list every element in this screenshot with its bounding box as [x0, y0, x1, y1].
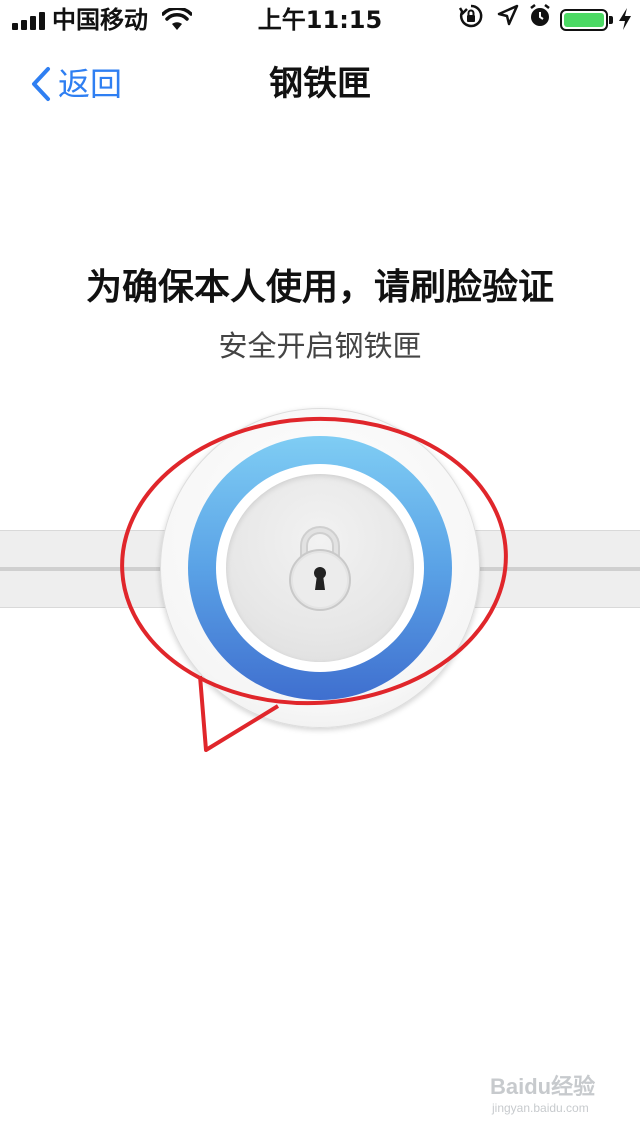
verification-prompt: 为确保本人使用，请刷脸验证 [85, 267, 554, 308]
charging-icon [619, 8, 631, 30]
orientation-lock-icon [458, 4, 483, 28]
page-title: 钢铁匣 [269, 64, 371, 104]
status-bar: 中国移动 上午11:15 [0, 0, 640, 40]
battery-icon [560, 9, 608, 31]
svg-text:Baidu经验: Baidu经验 [490, 1074, 595, 1099]
location-icon [497, 4, 519, 26]
svg-text:jingyan.baidu.com: jingyan.baidu.com [491, 1101, 589, 1115]
padlock-icon [289, 526, 351, 611]
verification-subtitle: 安全开启钢铁匣 [218, 329, 422, 363]
baidu-watermark: Baidu经验 jingyan.baidu.com [490, 1074, 595, 1115]
alarm-icon [530, 4, 550, 26]
